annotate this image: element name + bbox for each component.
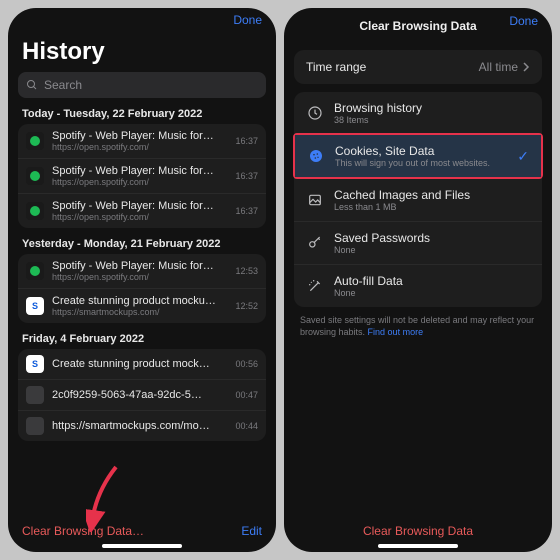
time-range-card: Time range All time (294, 50, 542, 84)
history-row[interactable]: S Create stunning product mock… 00:56 (18, 349, 266, 379)
history-row[interactable]: S Create stunning product mocku… https:/… (18, 288, 266, 323)
option-title: Cached Images and Files (334, 188, 530, 202)
cookie-icon (307, 148, 325, 164)
history-group: Spotify - Web Player: Music for… https:/… (18, 124, 266, 228)
history-row[interactable]: Spotify - Web Player: Music for… https:/… (18, 158, 266, 193)
history-row-title: Spotify - Web Player: Music for… (52, 130, 227, 142)
history-row[interactable]: 2c0f9259-5063-47aa-92dc-5… 00:47 (18, 379, 266, 410)
search-icon (26, 79, 38, 91)
history-row-title: Spotify - Web Player: Music for… (52, 165, 227, 177)
section-header: Yesterday - Monday, 21 February 2022 (18, 228, 266, 254)
section-header: Friday, 4 February 2022 (18, 323, 266, 349)
history-row-time: 16:37 (235, 206, 258, 216)
option-saved-passwords[interactable]: Saved Passwords None (294, 221, 542, 264)
edit-button[interactable]: Edit (241, 524, 262, 538)
time-range-label: Time range (306, 60, 366, 74)
search-input[interactable]: Search (18, 72, 266, 98)
history-row-url: https://open.spotify.com/ (52, 212, 227, 222)
history-row-time: 00:47 (235, 390, 258, 400)
spotify-icon (26, 132, 44, 150)
option-browsing-history[interactable]: Browsing history 38 Items (294, 92, 542, 134)
history-row-title: Spotify - Web Player: Music for… (52, 200, 227, 212)
history-row[interactable]: https://smartmockups.com/mo… 00:44 (18, 410, 266, 441)
option-title: Browsing history (334, 101, 530, 115)
time-range-value: All time (479, 60, 518, 74)
spotify-icon (26, 167, 44, 185)
clear-browsing-data-button[interactable]: Clear Browsing Data… (22, 524, 144, 538)
option-subtitle: This will sign you out of most websites. (335, 158, 507, 168)
history-row[interactable]: Spotify - Web Player: Music for… https:/… (18, 193, 266, 228)
section-header: Today - Tuesday, 22 February 2022 (18, 98, 266, 124)
history-group: S Create stunning product mock… 00:56 2c… (18, 349, 266, 441)
statusbar-left: Done (8, 8, 276, 32)
option-subtitle: None (334, 245, 530, 255)
titlebar: Clear Browsing Data Done (284, 14, 552, 38)
blank-icon (26, 386, 44, 404)
key-icon (306, 235, 324, 251)
history-row[interactable]: Spotify - Web Player: Music for… https:/… (18, 254, 266, 288)
history-row-url: https://open.spotify.com/ (52, 177, 227, 187)
history-row-url: https://open.spotify.com/ (52, 272, 227, 282)
history-row-title: https://smartmockups.com/mo… (52, 420, 227, 432)
wand-icon (306, 278, 324, 294)
chevron-right-icon (522, 62, 530, 72)
history-row-title: Create stunning product mocku… (52, 295, 227, 307)
history-row[interactable]: Spotify - Web Player: Music for… https:/… (18, 124, 266, 158)
history-footer: Clear Browsing Data… Edit (8, 518, 276, 540)
check-icon: ✓ (517, 148, 529, 165)
option-title: Cookies, Site Data (335, 144, 507, 158)
screen-title: Clear Browsing Data (359, 19, 476, 33)
clear-browsing-data-button[interactable]: Clear Browsing Data (294, 516, 542, 540)
smartmockups-icon: S (26, 355, 44, 373)
history-group: Spotify - Web Player: Music for… https:/… (18, 254, 266, 323)
option-cookies[interactable]: Cookies, Site Data This will sign you ou… (295, 135, 541, 177)
spotify-icon (26, 202, 44, 220)
home-indicator[interactable] (378, 544, 458, 548)
home-indicator[interactable] (102, 544, 182, 548)
page-title: History (18, 36, 266, 72)
history-row-title: Spotify - Web Player: Music for… (52, 260, 227, 272)
history-icon (306, 105, 324, 121)
blank-icon (26, 417, 44, 435)
history-row-title: 2c0f9259-5063-47aa-92dc-5… (52, 389, 227, 401)
option-autofill[interactable]: Auto-fill Data None (294, 264, 542, 307)
history-row-time: 12:52 (235, 301, 258, 311)
history-row-title: Create stunning product mock… (52, 358, 227, 370)
option-subtitle: None (334, 288, 530, 298)
footer-note: Saved site settings will not be deleted … (294, 307, 542, 338)
history-row-time: 00:44 (235, 421, 258, 431)
clear-data-screen: Clear Browsing Data Done Time range All … (284, 8, 552, 552)
history-row-time: 16:37 (235, 171, 258, 181)
done-button[interactable]: Done (233, 13, 262, 27)
history-row-time: 12:53 (235, 266, 258, 276)
option-subtitle: Less than 1 MB (334, 202, 530, 212)
option-cached-images[interactable]: Cached Images and Files Less than 1 MB (294, 178, 542, 221)
search-placeholder: Search (44, 78, 82, 92)
smartmockups-icon: S (26, 297, 44, 315)
history-row-time: 16:37 (235, 136, 258, 146)
option-title: Saved Passwords (334, 231, 530, 245)
option-subtitle: 38 Items (334, 115, 530, 125)
history-content: History Search Today - Tuesday, 22 Febru… (8, 32, 276, 518)
find-out-more-link[interactable]: Find out more (368, 327, 424, 337)
data-types-card: Browsing history 38 Items Cookies, Site … (294, 92, 542, 307)
option-title: Auto-fill Data (334, 274, 530, 288)
done-button[interactable]: Done (509, 14, 538, 28)
history-row-url: https://smartmockups.com/ (52, 307, 227, 317)
highlight-box: Cookies, Site Data This will sign you ou… (293, 133, 543, 179)
history-row-time: 00:56 (235, 359, 258, 369)
clear-data-content: Time range All time Browsing history 38 … (284, 38, 552, 540)
spotify-icon (26, 262, 44, 280)
history-screen: Done History Search Today - Tuesday, 22 … (8, 8, 276, 552)
history-row-url: https://open.spotify.com/ (52, 142, 227, 152)
time-range-row[interactable]: Time range All time (294, 50, 542, 84)
image-icon (306, 192, 324, 208)
